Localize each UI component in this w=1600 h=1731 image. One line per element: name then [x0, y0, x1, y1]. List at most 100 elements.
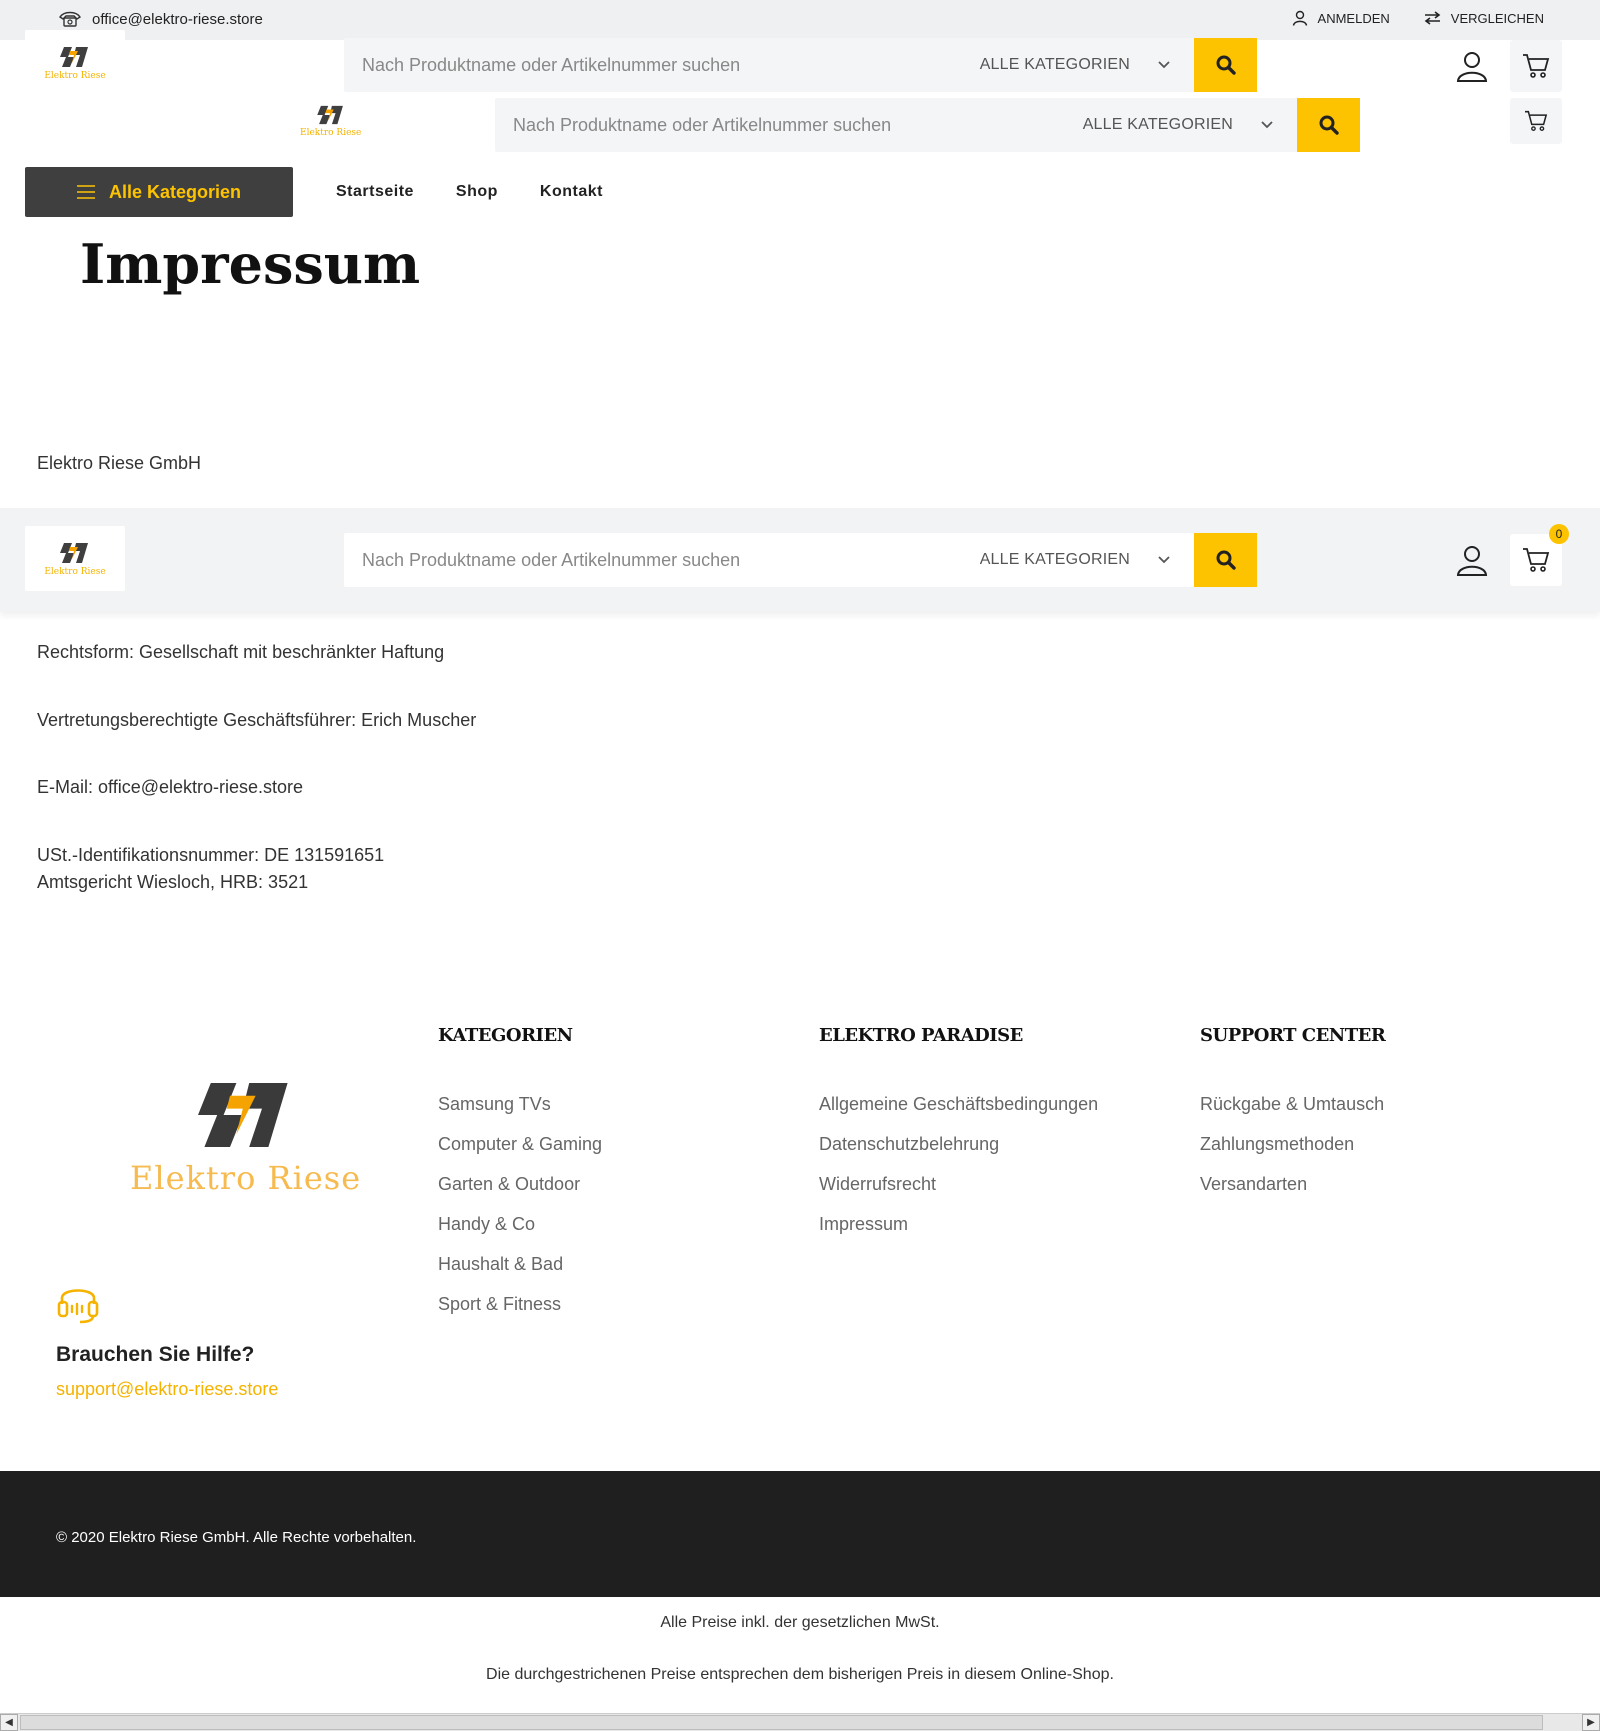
cart-button[interactable]	[1510, 40, 1562, 92]
search-button[interactable]	[1194, 38, 1257, 92]
header-logo[interactable]: Elektro Riese	[25, 30, 125, 95]
court-register: Amtsgericht Wiesloch, HRB: 3521	[37, 872, 309, 892]
vat-note: Alle Preise inkl. der gesetzlichen MwSt.	[660, 1614, 940, 1631]
category-select[interactable]: ALLE KATEGORIEN	[980, 551, 1194, 569]
managers: Vertretungsberechtigte Geschäftsführer: …	[37, 710, 477, 730]
header-logo-text: Elektro Riese	[300, 128, 362, 138]
help-email[interactable]: support@elektro-riese.store	[56, 1379, 278, 1400]
header-logo[interactable]: Elektro Riese	[25, 526, 125, 591]
header-logo-secondary[interactable]: Elektro Riese	[300, 104, 361, 138]
login-label[interactable]: ANMELDEN	[1318, 11, 1390, 26]
scroll-left-icon[interactable]: ◀	[0, 1714, 18, 1731]
search-bar: ALLE KATEGORIEN	[344, 533, 1257, 587]
all-categories-label: Alle Kategorien	[108, 181, 242, 202]
compare-link[interactable]: VERGLEICHEN	[1424, 10, 1544, 26]
cart-count-badge: 0	[1549, 524, 1569, 544]
phone-icon	[59, 11, 81, 27]
footer-column-title: SUPPORT CENTER	[1200, 1025, 1386, 1046]
account-button[interactable]	[1446, 40, 1498, 92]
scroll-right-icon[interactable]: ▶	[1582, 1714, 1600, 1731]
category-select-label: ALLE KATEGORIEN	[979, 56, 1130, 73]
header-logo-text: Elektro Riese	[44, 70, 106, 81]
legal-form: Rechtsform: Gesellschaft mit beschränkte…	[37, 642, 445, 662]
footer-column-title: KATEGORIEN	[438, 1025, 573, 1046]
footer-link[interactable]: Rückgabe & Umtausch	[1200, 1084, 1540, 1124]
nav-item-startseite[interactable]: Startseite	[336, 183, 414, 201]
footer-link[interactable]: Samsung TVs	[438, 1084, 778, 1124]
search-icon	[1216, 55, 1236, 75]
login-link[interactable]: ANMELDEN	[1292, 10, 1390, 26]
contact-email: E-Mail: office@elektro-riese.store	[37, 777, 304, 797]
category-select-label: ALLE KATEGORIEN	[979, 551, 1130, 568]
footer-logo[interactable]: Elektro Riese	[130, 1075, 361, 1197]
footer-column-elektro-paradise: ELEKTRO PARADISE Allgemeine Geschäftsbed…	[819, 1025, 1179, 1244]
sticky-header-middle: Elektro Riese ALLE KATEGORIEN 0	[0, 508, 1600, 612]
search-icon	[1216, 550, 1236, 570]
cart-icon	[1523, 54, 1550, 78]
top-email-text[interactable]: office@elektro-riese.store	[92, 11, 263, 28]
footer-link[interactable]: Haushalt & Bad	[438, 1244, 778, 1284]
chevron-down-icon	[1158, 556, 1170, 564]
nav-item-kontakt[interactable]: Kontakt	[540, 183, 603, 201]
headset-icon	[56, 1278, 100, 1329]
footer-link[interactable]: Impressum	[819, 1204, 1179, 1244]
vat-id: USt.-Identifikationsnummer: DE 131591651	[37, 845, 385, 865]
user-icon	[1292, 10, 1307, 26]
user-icon	[1456, 546, 1488, 576]
sticky-header-top: Elektro Riese ALLE KATEGORIEN	[0, 30, 1600, 106]
copyright-text: © 2020 Elektro Riese GmbH. Alle Rechte v…	[56, 1529, 417, 1546]
menu-icon	[76, 185, 95, 199]
chevron-down-icon	[1158, 61, 1170, 69]
chevron-down-icon	[1261, 121, 1273, 129]
cart-icon	[1523, 548, 1550, 572]
cart-icon	[1525, 110, 1548, 131]
header-logo-text: Elektro Riese	[44, 566, 106, 577]
search-input[interactable]	[495, 114, 1083, 136]
top-email[interactable]: office@elektro-riese.store	[58, 10, 263, 28]
nav-item-shop[interactable]: Shop	[456, 183, 498, 201]
search-icon	[1319, 115, 1339, 135]
cart-button[interactable]	[1510, 98, 1562, 144]
footer-link[interactable]: Versandarten	[1200, 1164, 1540, 1204]
prices-note: Die durchgestrichenen Preise entsprechen…	[486, 1666, 1114, 1683]
copyright-bar: © 2020 Elektro Riese GmbH. Alle Rechte v…	[0, 1471, 1600, 1597]
footer-link[interactable]: Garten & Outdoor	[438, 1164, 778, 1204]
all-categories-button[interactable]: Alle Kategorien	[25, 167, 293, 217]
logo-icon	[60, 46, 88, 67]
footer-logo-text: Elektro Riese	[130, 1159, 362, 1197]
search-input[interactable]	[344, 54, 980, 76]
footer-column-categories: KATEGORIEN Samsung TVs Computer & Gaming…	[438, 1025, 778, 1324]
search-bar: ALLE KATEGORIEN	[344, 38, 1257, 92]
account-button[interactable]	[1446, 534, 1498, 586]
footer-link[interactable]: Widerrufsrecht	[819, 1164, 1179, 1204]
category-select[interactable]: ALLE KATEGORIEN	[1083, 116, 1297, 134]
footer-link[interactable]: Allgemeine Geschäftsbedingungen	[819, 1084, 1179, 1124]
logo-icon	[60, 542, 88, 563]
footer-link[interactable]: Datenschutzbelehrung	[819, 1124, 1179, 1164]
main-nav: Startseite Shop Kontakt	[336, 183, 603, 201]
search-button[interactable]	[1297, 98, 1360, 152]
footer-link[interactable]: Handy & Co	[438, 1204, 778, 1244]
logo-icon	[316, 105, 343, 125]
compare-label[interactable]: VERGLEICHEN	[1451, 11, 1544, 26]
page-title: Impressum	[80, 232, 421, 296]
category-select[interactable]: ALLE KATEGORIEN	[980, 56, 1194, 74]
main-header-overlap: Elektro Riese ALLE KATEGORIEN	[0, 98, 1600, 152]
footer-column-support-center: SUPPORT CENTER Rückgabe & Umtausch Zahlu…	[1200, 1025, 1540, 1204]
logo-icon	[197, 1083, 288, 1147]
scrollbar-thumb[interactable]	[20, 1715, 1543, 1730]
category-select-label: ALLE KATEGORIEN	[1082, 116, 1233, 133]
user-icon	[1456, 52, 1488, 82]
footer-link[interactable]: Sport & Fitness	[438, 1284, 778, 1324]
footer-link[interactable]: Zahlungsmethoden	[1200, 1124, 1540, 1164]
top-bar: office@elektro-riese.store ANMELDEN VERG…	[0, 0, 1600, 40]
search-button[interactable]	[1194, 533, 1257, 587]
horizontal-scrollbar[interactable]: ◀ ▶	[0, 1713, 1600, 1731]
footer-link[interactable]: Computer & Gaming	[438, 1124, 778, 1164]
footer-column-title: ELEKTRO PARADISE	[819, 1025, 1023, 1046]
company-name: Elektro Riese GmbH	[37, 453, 202, 473]
search-bar-secondary: ALLE KATEGORIEN	[495, 98, 1360, 152]
search-input[interactable]	[344, 549, 980, 571]
compare-icon	[1424, 11, 1441, 25]
help-title: Brauchen Sie Hilfe?	[56, 1343, 255, 1366]
